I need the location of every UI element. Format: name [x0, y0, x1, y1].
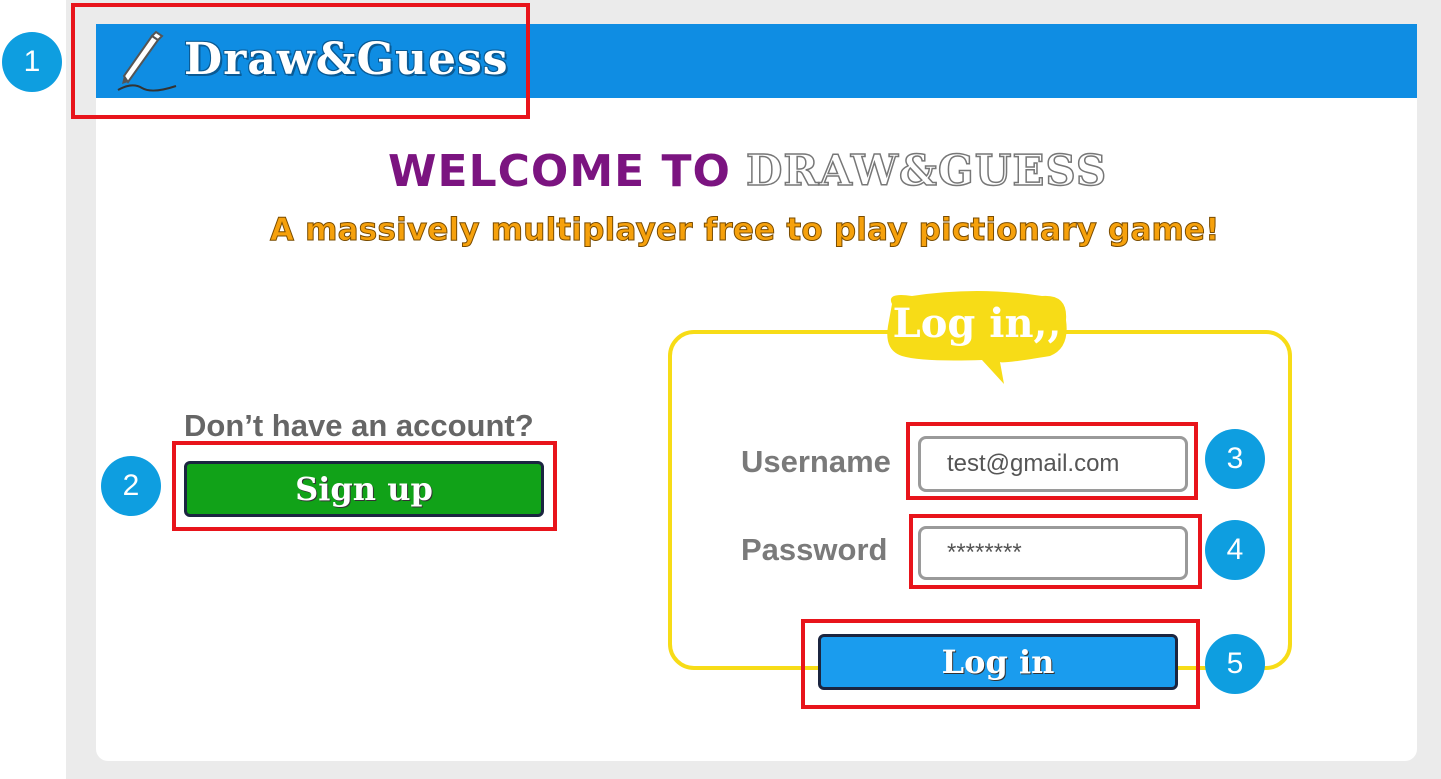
login-title: Log in,,	[892, 300, 1062, 347]
annotation-badge-4: 4	[1205, 520, 1265, 580]
annotation-box-3	[906, 422, 1198, 500]
annotation-box-1	[71, 3, 530, 119]
annotation-box-5	[801, 619, 1200, 709]
tagline: A massively multiplayer free to play pic…	[270, 212, 1220, 249]
annotation-badge-2: 2	[101, 456, 161, 516]
annotation-box-2	[172, 441, 557, 531]
annotation-badge-1: 1	[2, 32, 62, 92]
welcome-heading: WELCOME TO	[388, 146, 731, 197]
welcome-brand: DRAW&GUESS	[745, 145, 1108, 196]
username-label: Username	[741, 444, 891, 479]
password-label: Password	[741, 532, 888, 567]
annotation-badge-5: 5	[1205, 634, 1265, 694]
annotation-badge-3: 3	[1205, 429, 1265, 489]
annotation-box-4	[909, 514, 1202, 589]
signup-question: Don’t have an account?	[184, 408, 534, 443]
